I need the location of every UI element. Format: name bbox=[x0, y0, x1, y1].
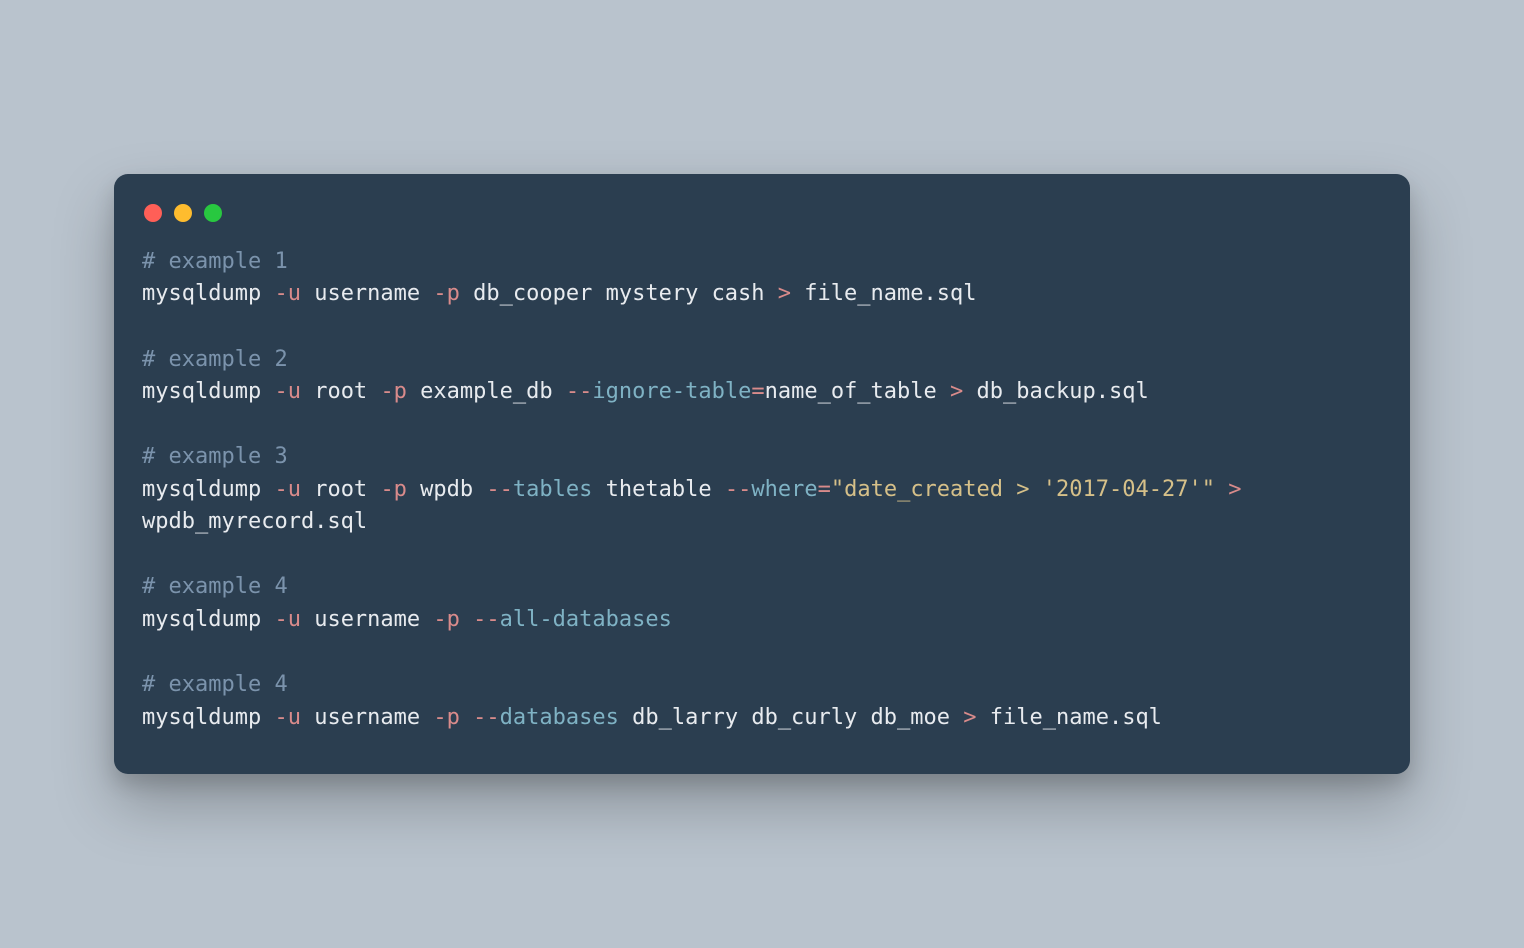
code-text: mysqldump bbox=[142, 607, 274, 632]
code-option: all-databases bbox=[500, 607, 672, 632]
code-flag: -- bbox=[725, 477, 752, 502]
code-text bbox=[460, 705, 473, 730]
code-text: username bbox=[301, 281, 433, 306]
code-flag: -p bbox=[380, 477, 407, 502]
close-icon[interactable] bbox=[144, 204, 162, 222]
code-comment: # example 1 bbox=[142, 249, 288, 274]
code-operator: > bbox=[963, 705, 976, 730]
code-option: tables bbox=[513, 477, 592, 502]
code-flag: -p bbox=[433, 281, 460, 306]
code-text: root bbox=[301, 379, 380, 404]
code-flag: -u bbox=[274, 477, 301, 502]
code-comment: # example 4 bbox=[142, 672, 288, 697]
code-text: mysqldump bbox=[142, 477, 274, 502]
code-text bbox=[460, 607, 473, 632]
code-text: file_name.sql bbox=[977, 705, 1162, 730]
code-operator: = bbox=[751, 379, 764, 404]
code-text: file_name.sql bbox=[791, 281, 976, 306]
code-flag: -- bbox=[486, 477, 513, 502]
code-text: db_larry db_curly db_moe bbox=[619, 705, 963, 730]
code-text bbox=[1215, 477, 1228, 502]
code-text: name_of_table bbox=[765, 379, 950, 404]
code-operator: > bbox=[1228, 477, 1241, 502]
code-text: mysqldump bbox=[142, 705, 274, 730]
code-text: thetable bbox=[592, 477, 724, 502]
code-flag: -p bbox=[433, 705, 460, 730]
code-flag: -- bbox=[473, 607, 500, 632]
code-flag: -u bbox=[274, 607, 301, 632]
code-string: "date_created > '2017-04-27'" bbox=[831, 477, 1215, 502]
code-text: mysqldump bbox=[142, 281, 274, 306]
code-text: wpdb bbox=[407, 477, 486, 502]
code-comment: # example 4 bbox=[142, 574, 288, 599]
code-block: # example 1 mysqldump -u username -p db_… bbox=[142, 246, 1382, 734]
code-text: username bbox=[301, 705, 433, 730]
minimize-icon[interactable] bbox=[174, 204, 192, 222]
code-operator: = bbox=[818, 477, 831, 502]
code-option: databases bbox=[500, 705, 619, 730]
code-text: db_backup.sql bbox=[963, 379, 1148, 404]
code-flag: -u bbox=[274, 705, 301, 730]
code-text: mysqldump bbox=[142, 379, 274, 404]
code-comment: # example 2 bbox=[142, 347, 288, 372]
code-option: where bbox=[751, 477, 817, 502]
code-window: # example 1 mysqldump -u username -p db_… bbox=[114, 174, 1410, 774]
code-text: db_cooper mystery cash bbox=[460, 281, 778, 306]
code-text: example_db bbox=[407, 379, 566, 404]
code-flag: -u bbox=[274, 281, 301, 306]
code-text: username bbox=[301, 607, 433, 632]
code-operator: > bbox=[950, 379, 963, 404]
code-flag: -p bbox=[380, 379, 407, 404]
window-titlebar bbox=[142, 200, 1382, 246]
code-flag: -- bbox=[566, 379, 593, 404]
code-option: ignore-table bbox=[592, 379, 751, 404]
code-flag: -- bbox=[473, 705, 500, 730]
code-text: root bbox=[301, 477, 380, 502]
code-operator: > bbox=[778, 281, 791, 306]
code-flag: -p bbox=[433, 607, 460, 632]
maximize-icon[interactable] bbox=[204, 204, 222, 222]
code-flag: -u bbox=[274, 379, 301, 404]
code-comment: # example 3 bbox=[142, 444, 288, 469]
